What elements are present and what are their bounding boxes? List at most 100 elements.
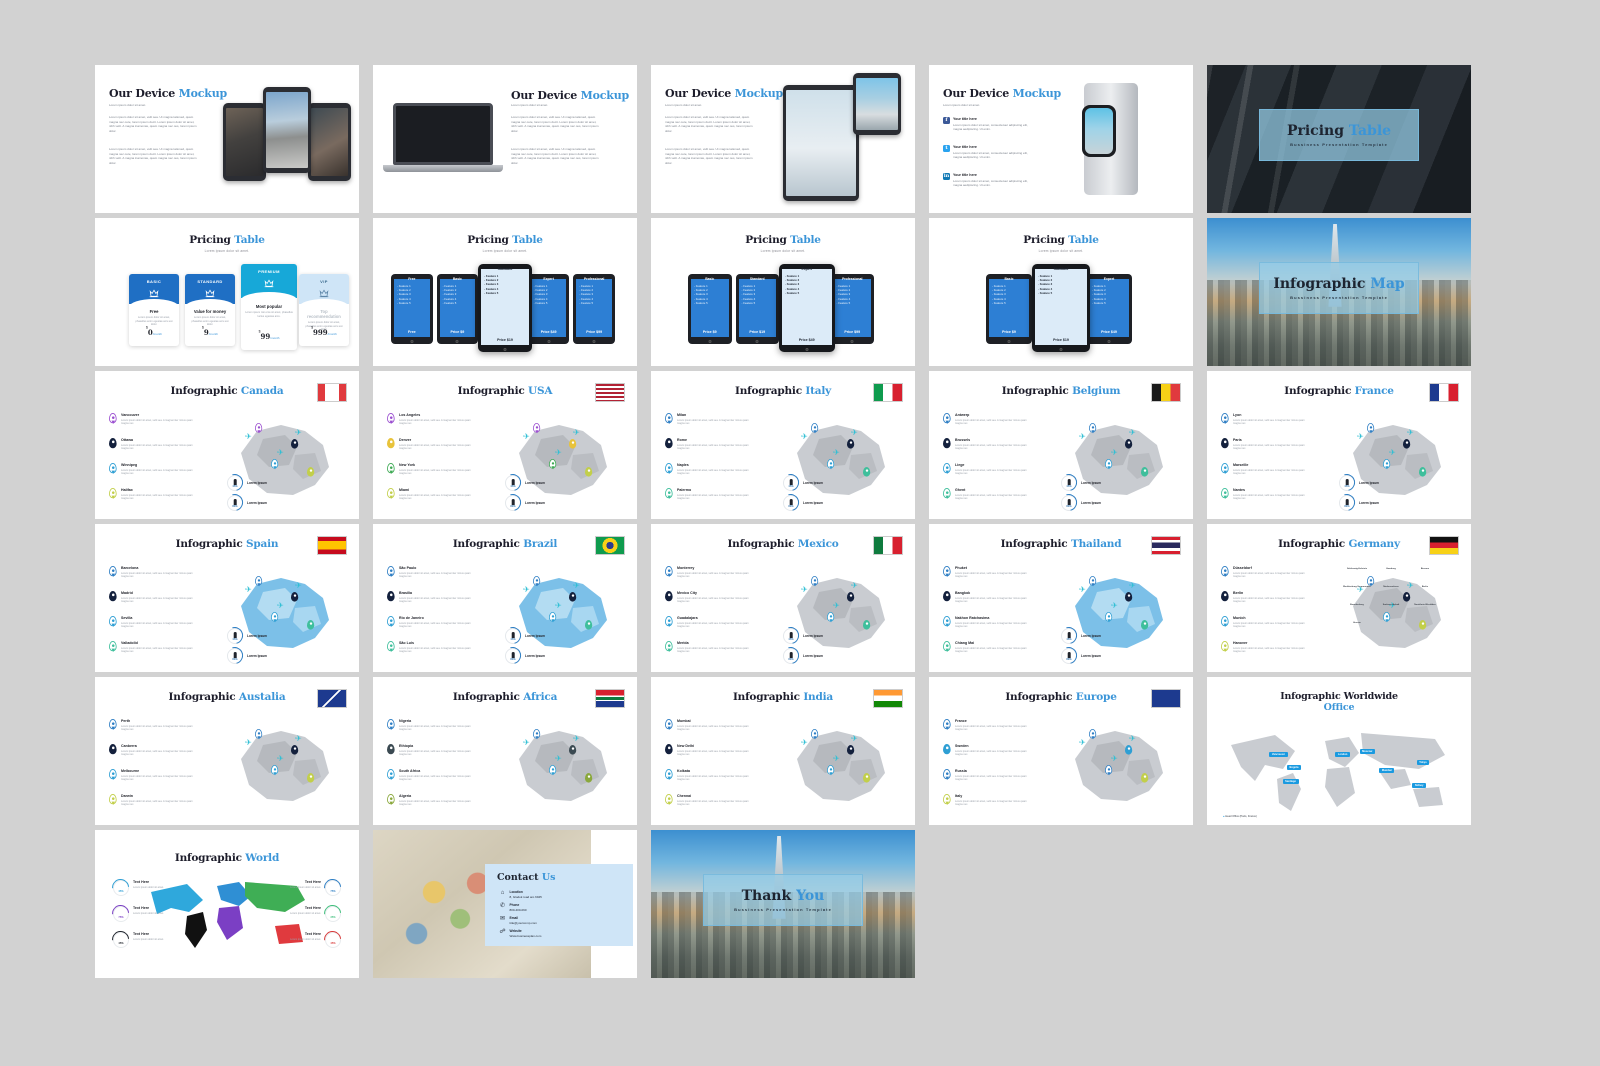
slide-infographic-belgium[interactable]: Infographic Belgium Antwerp Lorem ipsum …	[929, 371, 1193, 519]
slide-infographic-mexico[interactable]: Infographic Mexico Monterrey Lorem ipsum…	[651, 524, 915, 672]
city-entry[interactable]: Vancouver Lorem ipsum dolor sit amet, ve…	[121, 413, 201, 425]
office-tag[interactable]: London	[1335, 751, 1350, 757]
map-pin[interactable]	[1383, 459, 1391, 469]
pricing-tablet[interactable]: Standard - Feature 1- Feature 2- Feature…	[1032, 264, 1090, 352]
map-pin[interactable]	[387, 641, 395, 652]
map-pin[interactable]	[307, 773, 315, 783]
map-pin[interactable]	[291, 439, 299, 449]
slide-device-mockup-tablet[interactable]: Our Device Mockup Lorem ipsum dolor sit a…	[651, 65, 915, 213]
map-pin[interactable]	[811, 729, 819, 739]
pricing-tablet[interactable]: Professional - Feature 1- Feature 2- Fea…	[830, 274, 874, 344]
map-pin[interactable]	[585, 620, 593, 630]
map-pin[interactable]	[1221, 438, 1229, 449]
map-pin[interactable]	[943, 794, 951, 805]
city-entry[interactable]: Nantes Lorem ipsum dolor sit amet, velit…	[1233, 488, 1313, 500]
map-pin[interactable]	[271, 612, 279, 622]
city-entry[interactable]: Brussels Lorem ipsum dolor sit amet, vel…	[955, 438, 1035, 450]
contact-row[interactable]: ✉ Email title@yourcomp.com	[499, 916, 619, 925]
city-entry[interactable]: Canberra Lorem ipsum dolor sit amet, vel…	[121, 744, 201, 756]
pricing-tablet[interactable]: Expert - Feature 1- Feature 2- Feature 3…	[779, 264, 835, 352]
facebook-icon[interactable]: f	[943, 117, 950, 124]
city-entry[interactable]: Chennai Lorem ipsum dolor sit amet, veli…	[677, 794, 757, 806]
slide-infographic-india[interactable]: Infographic India Mumbai Lorem ipsum dol…	[651, 677, 915, 825]
city-entry[interactable]: Berlin Lorem ipsum dolor sit amet, velit…	[1233, 591, 1313, 603]
map-pin[interactable]	[943, 719, 951, 730]
map-pin[interactable]	[1367, 423, 1375, 433]
map-pin[interactable]	[1403, 439, 1411, 449]
map-pin[interactable]	[665, 413, 673, 424]
slide-thank-you[interactable]: Thank You Bussiness Presentation Templat…	[651, 830, 915, 978]
social-row[interactable]: in Your title here Lorem ipsum dolor sit…	[943, 173, 1035, 188]
map-pin[interactable]	[811, 423, 819, 433]
map-pin[interactable]	[109, 719, 117, 730]
city-entry[interactable]: Merida Lorem ipsum dolor sit amet, velit…	[677, 641, 757, 653]
map-pin[interactable]	[585, 467, 593, 477]
map-pin[interactable]	[533, 423, 541, 433]
office-tag[interactable]: Vancouver	[1269, 751, 1288, 757]
city-entry[interactable]: Brasilia Lorem ipsum dolor sit amet, vel…	[399, 591, 479, 603]
map-pin[interactable]	[109, 413, 117, 424]
city-entry[interactable]: Ethiopia Lorem ipsum dolor sit amet, vel…	[399, 744, 479, 756]
home-button-icon[interactable]	[547, 339, 551, 343]
map-pin[interactable]	[549, 459, 557, 469]
slide-infographic-map-cover[interactable]: Infographic Map Bussiness Presentation T…	[1207, 218, 1471, 366]
slide-device-mockup-phones[interactable]: Our Device Mockup Lorem ipsum dolor sit a…	[95, 65, 359, 213]
pricing-tablet[interactable]: Expert - Feature 1- Feature 2- Feature 3…	[1086, 274, 1132, 344]
slide-infographic-canada[interactable]: Infographic Canada Vancouver Lorem ipsum…	[95, 371, 359, 519]
map-pin[interactable]	[109, 616, 117, 627]
map-pin[interactable]	[1105, 612, 1113, 622]
map-pin[interactable]	[271, 459, 279, 469]
map-pin[interactable]	[1125, 745, 1133, 755]
city-entry[interactable]: Düsseldorf Lorem ipsum dolor sit amet, v…	[1233, 566, 1313, 578]
home-button-icon[interactable]	[410, 339, 414, 343]
city-entry[interactable]: Hanover Lorem ipsum dolor sit amet, veli…	[1233, 641, 1313, 653]
city-entry[interactable]: Kolkata Lorem ipsum dolor sit amet, veli…	[677, 769, 757, 781]
home-button-icon[interactable]	[1059, 347, 1063, 351]
city-entry[interactable]: Halifax Lorem ipsum dolor sit amet, veli…	[121, 488, 201, 500]
city-entry[interactable]: Nigeria Lorem ipsum dolor sit amet, veli…	[399, 719, 479, 731]
city-entry[interactable]: Algeria Lorem ipsum dolor sit amet, veli…	[399, 794, 479, 806]
office-tag[interactable]: Bogota	[1287, 764, 1301, 770]
map-pin[interactable]	[827, 612, 835, 622]
map-pin[interactable]	[387, 438, 395, 449]
slide-infographic-australia[interactable]: Infographic Austalia Perth Lorem ipsum d…	[95, 677, 359, 825]
map-pin[interactable]	[847, 745, 855, 755]
map-pin[interactable]	[827, 459, 835, 469]
city-entry[interactable]: New York Lorem ipsum dolor sit amet, vel…	[399, 463, 479, 475]
pricing-tablet[interactable]: Standard - Feature 1- Feature 2- Feature…	[735, 274, 779, 344]
slide-device-mockup-laptop[interactable]: Our Device Mockup Lorem ipsum dolor sit a…	[373, 65, 637, 213]
map-pin[interactable]	[291, 745, 299, 755]
map-pin[interactable]	[1105, 765, 1113, 775]
contact-row[interactable]: ☍ Website Www.businessplan.com	[499, 929, 619, 938]
slide-pricing-table-cover[interactable]: Pricing Table Bussiness Presentation Tem…	[1207, 65, 1471, 213]
map-pin[interactable]	[387, 719, 395, 730]
map-pin[interactable]	[943, 744, 951, 755]
office-tag[interactable]: Mumbai	[1379, 767, 1395, 773]
linkedin-icon[interactable]: in	[943, 173, 950, 180]
slide-infographic-europe[interactable]: Infographic Europe France Lorem ipsum do…	[929, 677, 1193, 825]
map-pin[interactable]	[943, 616, 951, 627]
slide-infographic-usa[interactable]: Infographic USA Los Angeles Lorem ipsum …	[373, 371, 637, 519]
pricing-tablet[interactable]: Basic - Feature 1- Feature 2- Feature 3-…	[688, 274, 732, 344]
map-pin[interactable]	[1141, 620, 1149, 630]
city-entry[interactable]: Sevilla Lorem ipsum dolor sit amet, veli…	[121, 616, 201, 628]
map-pin[interactable]	[109, 641, 117, 652]
map-pin[interactable]	[665, 616, 673, 627]
map-pin[interactable]	[1221, 488, 1229, 499]
map-pin[interactable]	[665, 488, 673, 499]
map-pin[interactable]	[665, 769, 673, 780]
map-pin[interactable]	[1221, 591, 1229, 602]
map-pin[interactable]	[943, 591, 951, 602]
home-button-icon[interactable]	[592, 339, 596, 343]
city-entry[interactable]: Naples Lorem ipsum dolor sit amet, velit…	[677, 463, 757, 475]
map-pin[interactable]	[387, 616, 395, 627]
map-pin[interactable]	[569, 439, 577, 449]
pricing-card[interactable]: STANDARD Value for money Lorem ipsum dol…	[185, 274, 235, 346]
map-pin[interactable]	[665, 719, 673, 730]
city-entry[interactable]: Italy Lorem ipsum dolor sit amet, velit …	[955, 794, 1035, 806]
contact-row[interactable]: ⌂ Location 8, Glodok road aro 6945	[499, 890, 619, 899]
city-entry[interactable]: Ghent Lorem ipsum dolor sit amet, velit …	[955, 488, 1035, 500]
map-pin[interactable]	[1089, 423, 1097, 433]
city-entry[interactable]: Munich Lorem ipsum dolor sit amet, velit…	[1233, 616, 1313, 628]
map-pin[interactable]	[387, 413, 395, 424]
